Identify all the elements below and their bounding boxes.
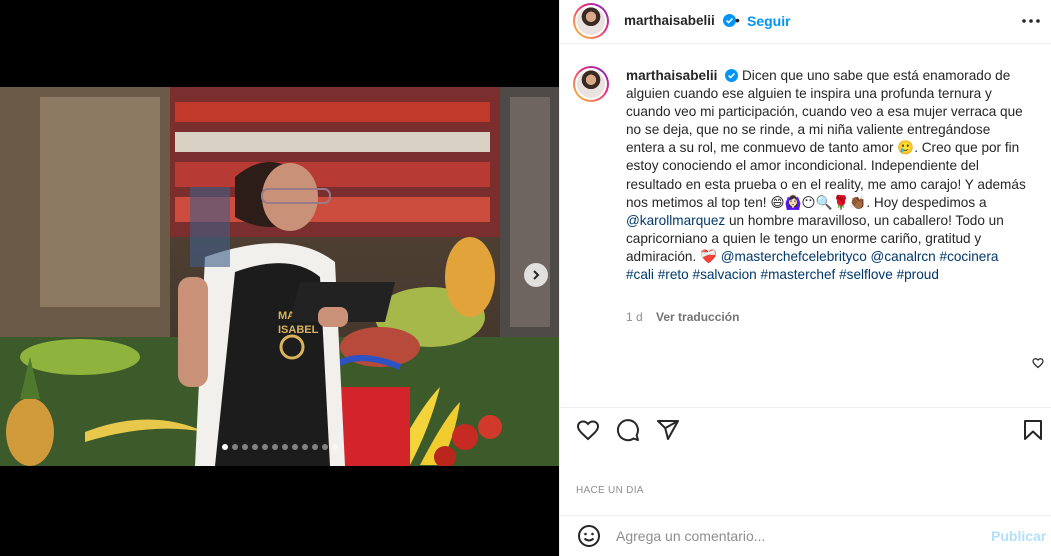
comment-input[interactable] — [616, 528, 976, 544]
carousel-dot — [321, 444, 328, 450]
svg-text:ISABEL: ISABEL — [278, 324, 319, 336]
carousel-dot — [221, 444, 228, 450]
carousel-dot — [281, 444, 288, 450]
carousel-dot — [311, 444, 318, 450]
comment-icon — [617, 419, 639, 442]
share-button[interactable] — [656, 418, 680, 445]
carousel-dot — [331, 444, 338, 450]
mention-link[interactable]: @masterchefcelebrityco — [721, 249, 867, 264]
bookmark-icon — [1024, 420, 1042, 440]
hashtag-link[interactable]: #selflove — [839, 267, 893, 282]
carousel-indicator — [0, 444, 559, 450]
hashtag-link[interactable]: #salvacion — [693, 267, 757, 282]
heart-icon — [1032, 358, 1044, 369]
carousel-dot — [251, 444, 258, 450]
actions-divider — [559, 407, 1051, 408]
carousel-dot — [301, 444, 308, 450]
like-button[interactable] — [576, 418, 600, 445]
carousel-dot — [241, 444, 248, 450]
carousel-dot — [291, 444, 298, 450]
emoji-icon — [578, 525, 600, 547]
translate-link[interactable]: Ver traducción — [656, 310, 739, 324]
caption-username[interactable]: marthaisabelii — [626, 68, 717, 83]
carousel-dot — [231, 444, 238, 450]
header-avatar[interactable] — [573, 3, 609, 39]
caption-like-button[interactable] — [1032, 356, 1044, 372]
more-options-button[interactable] — [1021, 11, 1041, 34]
post-photo: MARTHA ISABEL — [0, 87, 559, 466]
publish-button[interactable]: Publicar — [991, 528, 1046, 544]
verified-badge-icon — [725, 69, 739, 82]
carousel-dot — [261, 444, 268, 450]
carousel-dot — [271, 444, 278, 450]
post-date: HACE UN DIA — [576, 485, 644, 496]
chevron-right-icon — [533, 270, 540, 280]
hashtag-link[interactable]: #masterchef — [761, 267, 836, 282]
post-media: MARTHA ISABEL — [0, 0, 559, 556]
verified-badge-icon — [722, 14, 736, 27]
instagram-post-view: MARTHA ISABEL — [0, 0, 1051, 556]
market-scene-image: MARTHA ISABEL — [0, 87, 559, 466]
emoji-button[interactable] — [577, 524, 601, 551]
caption-meta: 1 d Ver traducción — [626, 310, 739, 324]
caption-avatar[interactable] — [573, 66, 609, 102]
header-separator: • — [735, 12, 740, 28]
hashtag-link[interactable]: #cocinera — [940, 249, 999, 264]
hashtag-link[interactable]: #reto — [658, 267, 689, 282]
header-username[interactable]: marthaisabelii — [624, 13, 736, 28]
post-caption: marthaisabelii Dicen que uno sabe que es… — [626, 67, 1026, 284]
hashtag-link[interactable]: #proud — [897, 267, 939, 282]
time-ago: 1 d — [626, 310, 643, 324]
hashtag-link[interactable]: #cali — [626, 267, 654, 282]
mention-link[interactable]: @canalrcn — [871, 249, 936, 264]
send-icon — [657, 420, 679, 440]
heart-icon — [576, 420, 600, 441]
save-button[interactable] — [1021, 418, 1045, 445]
comment-button[interactable] — [616, 418, 640, 445]
more-options-icon — [1022, 19, 1040, 23]
follow-button[interactable]: Seguir — [747, 13, 791, 29]
mention-link[interactable]: @karollmarquez — [626, 213, 725, 228]
caption-text: Dicen que uno sabe que está enamorado de… — [626, 68, 1026, 210]
next-slide-button[interactable] — [524, 263, 548, 287]
